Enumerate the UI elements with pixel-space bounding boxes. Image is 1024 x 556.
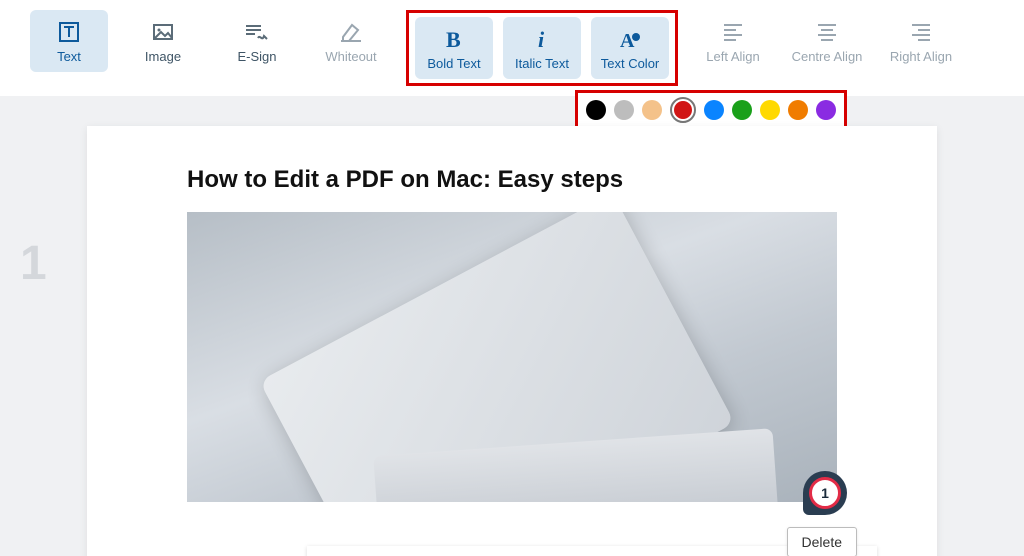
bold-icon: B [444,26,464,52]
esign-tool[interactable]: E-Sign [218,10,296,72]
annotation-badge[interactable]: 1 [803,471,847,515]
esign-icon [243,19,271,45]
bold-label: Bold Text [427,56,480,71]
document-image [187,212,837,502]
text-color-icon: A [618,26,642,52]
centre-align-tool[interactable]: Centre Align [788,10,866,72]
centre-align-icon [816,19,838,45]
image-icon [151,19,175,45]
whiteout-icon [338,19,364,45]
text-edit-block: Delete Bold Italics & Text color [307,546,877,556]
esign-label: E-Sign [237,49,276,64]
left-align-icon [722,19,744,45]
svg-text:B: B [446,27,461,51]
page-number: 1 [20,236,47,291]
text-label: Text [57,49,81,64]
italic-label: Italic Text [515,56,569,71]
italic-icon: i [532,26,552,52]
svg-text:i: i [538,27,545,51]
left-align-label: Left Align [706,49,760,64]
document-title: How to Edit a PDF on Mac: Easy steps [187,166,937,194]
toolbar: Text Image E-Sign Whiteout B Bold Text i [0,0,1024,96]
left-align-tool[interactable]: Left Align [694,10,772,72]
bold-tool[interactable]: B Bold Text [415,17,493,79]
text-color-tool[interactable]: A Text Color [591,17,669,79]
right-align-label: Right Align [890,49,952,64]
centre-align-label: Centre Align [792,49,863,64]
workspace: 1 How to Edit a PDF on Mac: Easy steps 1… [0,96,1024,556]
text-color-label: Text Color [601,56,660,71]
right-align-icon [910,19,932,45]
whiteout-label: Whiteout [325,49,376,64]
svg-text:A: A [620,30,635,51]
right-align-tool[interactable]: Right Align [882,10,960,72]
text-tool[interactable]: Text [30,10,108,72]
delete-button[interactable]: Delete [787,527,857,556]
italic-tool[interactable]: i Italic Text [503,17,581,79]
image-tool[interactable]: Image [124,10,202,72]
document-page: How to Edit a PDF on Mac: Easy steps 1 D… [87,126,937,556]
text-icon [57,19,81,45]
whiteout-tool[interactable]: Whiteout [312,10,390,72]
annotation-badge-number: 1 [809,477,841,509]
formatting-highlight-group: B Bold Text i Italic Text A Text Color [406,10,678,86]
image-label: Image [145,49,181,64]
